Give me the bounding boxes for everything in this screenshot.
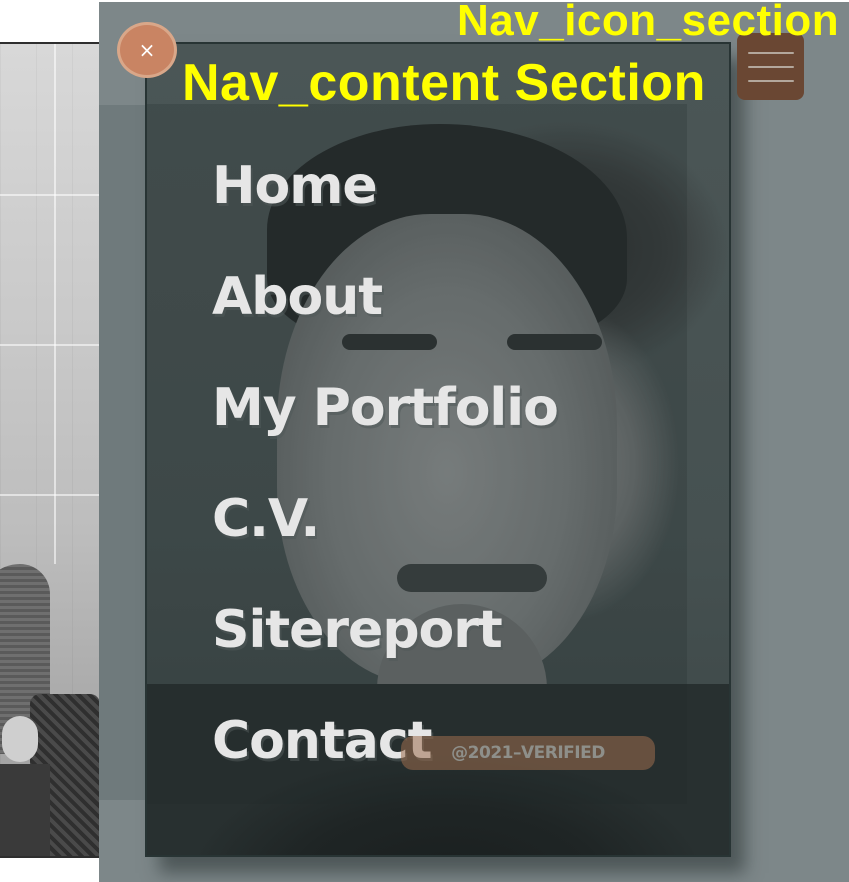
nav-link-sitereport[interactable]: Sitereport (212, 600, 503, 660)
nav-item-about: About (212, 241, 558, 352)
hamburger-bar (747, 79, 794, 82)
nav-item-sitereport: Sitereport (212, 574, 558, 685)
nav-item-home: Home (212, 130, 558, 241)
nav-menu: Home About My Portfolio C.V. Sitereport … (212, 130, 559, 796)
verified-badge: @2021–VERIFIED (401, 736, 655, 770)
nav-item-portfolio: My Portfolio (212, 352, 559, 463)
nav-link-about[interactable]: About (212, 267, 383, 327)
page: Home About My Portfolio C.V. Sitereport … (0, 0, 849, 882)
background-photo (0, 42, 103, 858)
nav-link-portfolio[interactable]: My Portfolio (212, 378, 559, 438)
nav-back-frame (99, 105, 146, 800)
close-button[interactable]: × (117, 22, 177, 78)
nav-link-contact[interactable]: Contact (212, 711, 433, 771)
hamburger-bar (747, 65, 794, 68)
annotation-nav-icon-section: Nav_icon_section (457, 0, 840, 45)
nav-link-home[interactable]: Home (212, 156, 378, 216)
annotation-nav-content-section: Nav_content Section (182, 54, 706, 112)
hamburger-menu-icon (747, 51, 794, 54)
nav-item-cv: C.V. (212, 463, 558, 574)
close-icon: × (138, 38, 156, 62)
nav-link-cv[interactable]: C.V. (212, 489, 320, 549)
